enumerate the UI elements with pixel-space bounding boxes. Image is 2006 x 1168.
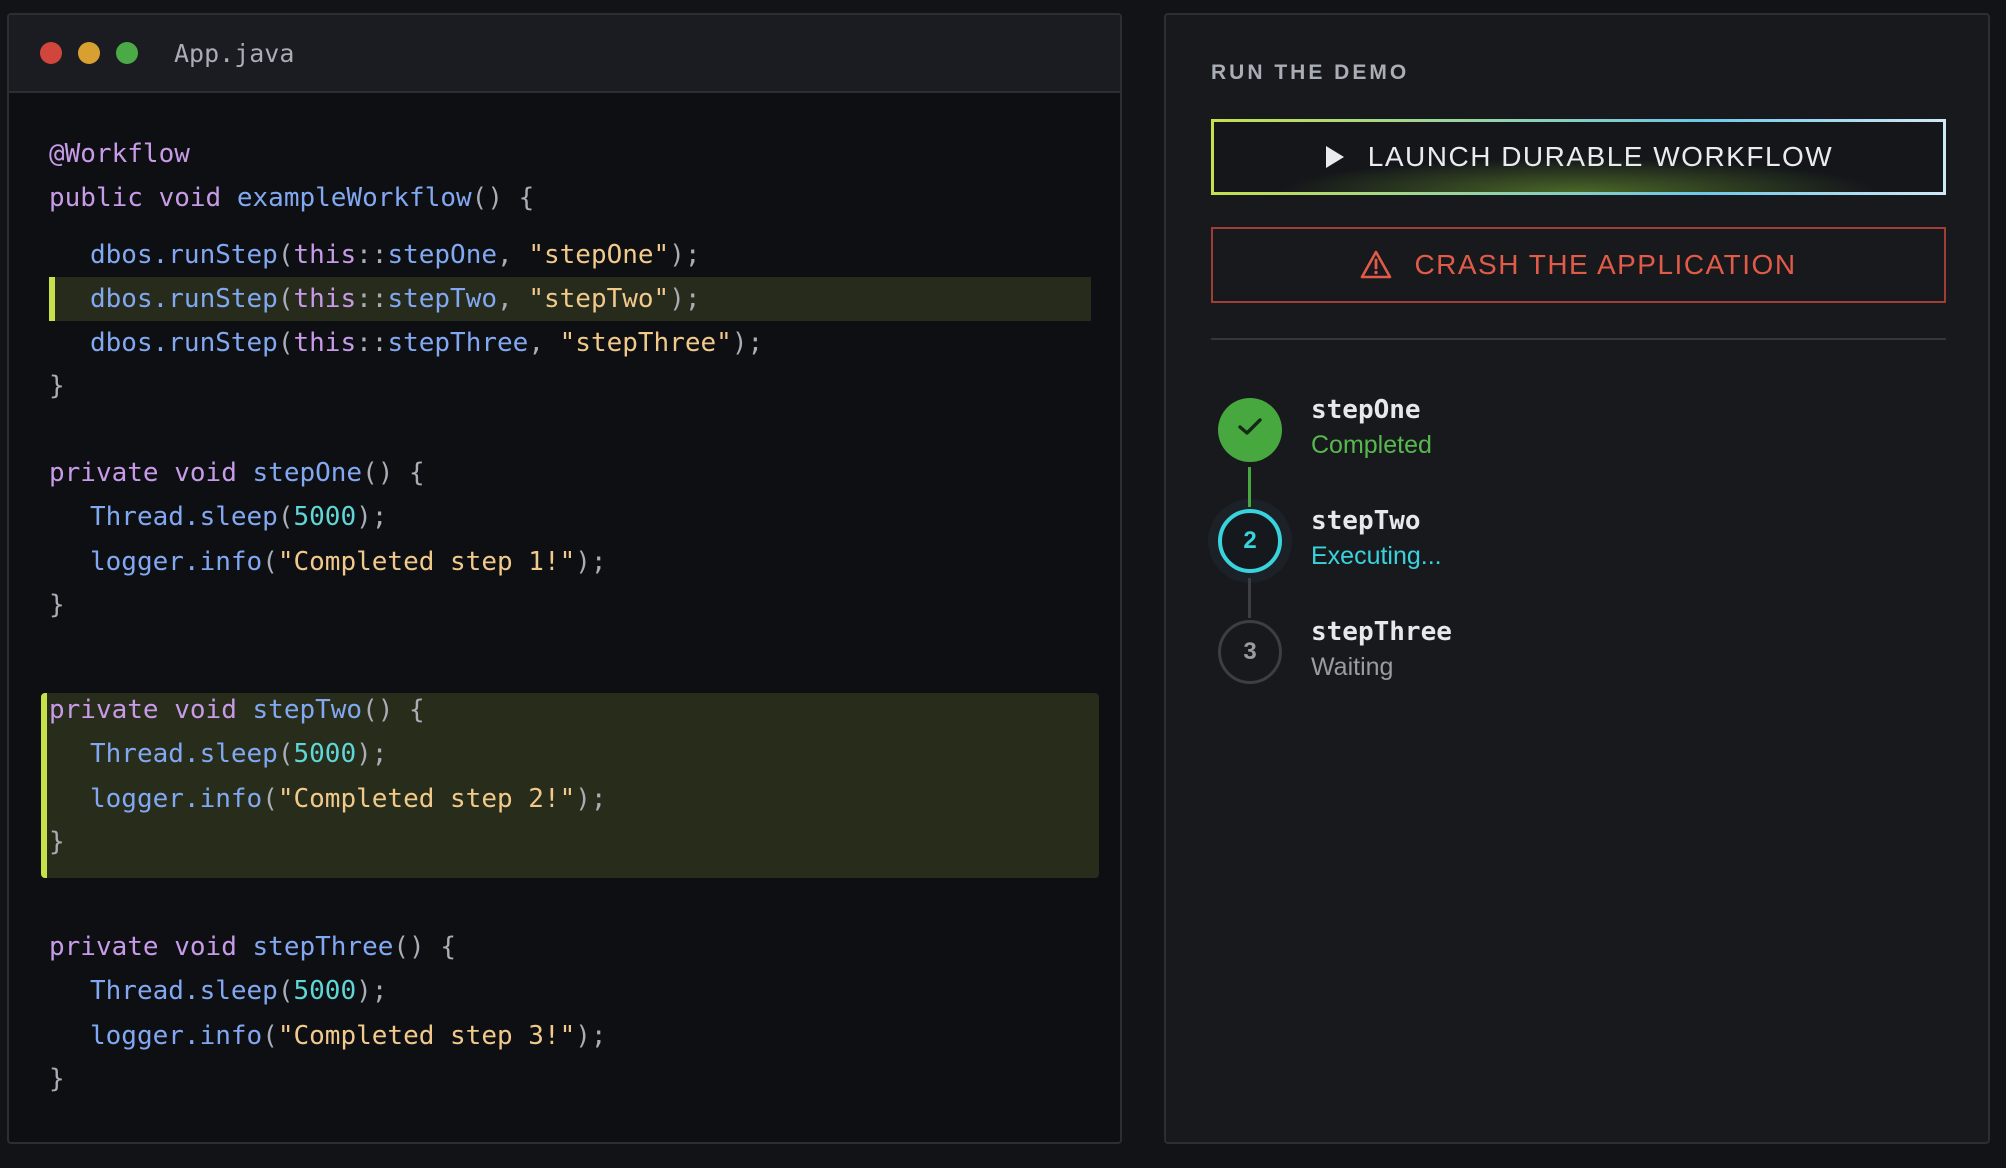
code-line: dbos.runStep(this::stepThree, "stepThree… bbox=[90, 328, 764, 358]
code-line: @Workflow bbox=[49, 139, 190, 169]
panel-title: RUN THE DEMO bbox=[1211, 61, 1410, 84]
code-line: } bbox=[49, 827, 65, 857]
editor-filename: App.java bbox=[174, 38, 295, 68]
code-line: public void exampleWorkflow() { bbox=[49, 183, 535, 213]
editor-titlebar: App.java bbox=[9, 15, 1120, 93]
minimize-window-dot[interactable] bbox=[78, 42, 100, 64]
step-status: Completed bbox=[1311, 431, 1432, 459]
step-name: stepOne bbox=[1311, 395, 1421, 425]
code-line: logger.info("Completed step 3!"); bbox=[90, 1021, 607, 1051]
code-line: logger.info("Completed step 2!"); bbox=[90, 784, 607, 814]
crash-application-label: CRASH THE APPLICATION bbox=[1414, 249, 1797, 280]
step-name: stepTwo bbox=[1311, 506, 1421, 536]
demo-panel: RUN THE DEMO LAUNCH DURABLE WORKFLOW CRA… bbox=[1164, 13, 1990, 1144]
code-line: dbos.runStep(this::stepOne, "stepOne"); bbox=[90, 240, 701, 270]
step-status: Waiting bbox=[1311, 653, 1394, 681]
launch-workflow-button[interactable]: LAUNCH DURABLE WORKFLOW bbox=[1211, 119, 1946, 195]
step-status: Executing... bbox=[1311, 542, 1442, 570]
code-line: Thread.sleep(5000); bbox=[90, 502, 388, 532]
warning-triangle-icon bbox=[1360, 250, 1392, 280]
code-line: } bbox=[49, 590, 65, 620]
crash-application-button[interactable]: CRASH THE APPLICATION bbox=[1211, 227, 1946, 303]
step-number-badge: 3 bbox=[1218, 620, 1282, 684]
step-completed-indicator bbox=[1218, 398, 1282, 462]
play-icon bbox=[1324, 145, 1346, 169]
step-name: stepThree bbox=[1311, 617, 1452, 647]
code-area: @Workflow public void exampleWorkflow() … bbox=[9, 93, 1120, 1142]
checkmark-icon bbox=[1237, 416, 1263, 444]
code-line: private void stepThree() { bbox=[49, 932, 457, 962]
code-line: dbos.runStep(this::stepTwo, "stepTwo"); bbox=[90, 284, 701, 314]
step-number-badge: 2 bbox=[1218, 509, 1282, 573]
code-line: private void stepTwo() { bbox=[49, 695, 425, 725]
launch-workflow-label: LAUNCH DURABLE WORKFLOW bbox=[1367, 141, 1834, 172]
step-connector-pending bbox=[1248, 578, 1251, 618]
code-line: } bbox=[49, 1064, 65, 1094]
code-line: Thread.sleep(5000); bbox=[90, 739, 388, 769]
step-connector-completed bbox=[1248, 467, 1251, 507]
code-line: Thread.sleep(5000); bbox=[90, 976, 388, 1006]
maximize-window-dot[interactable] bbox=[116, 42, 138, 64]
code-line: } bbox=[49, 371, 65, 401]
panel-divider bbox=[1211, 338, 1946, 340]
code-line: logger.info("Completed step 1!"); bbox=[90, 547, 607, 577]
code-editor-window: App.java @Workflow public void exampleWo… bbox=[7, 13, 1122, 1144]
code-line: private void stepOne() { bbox=[49, 458, 425, 488]
close-window-dot[interactable] bbox=[40, 42, 62, 64]
